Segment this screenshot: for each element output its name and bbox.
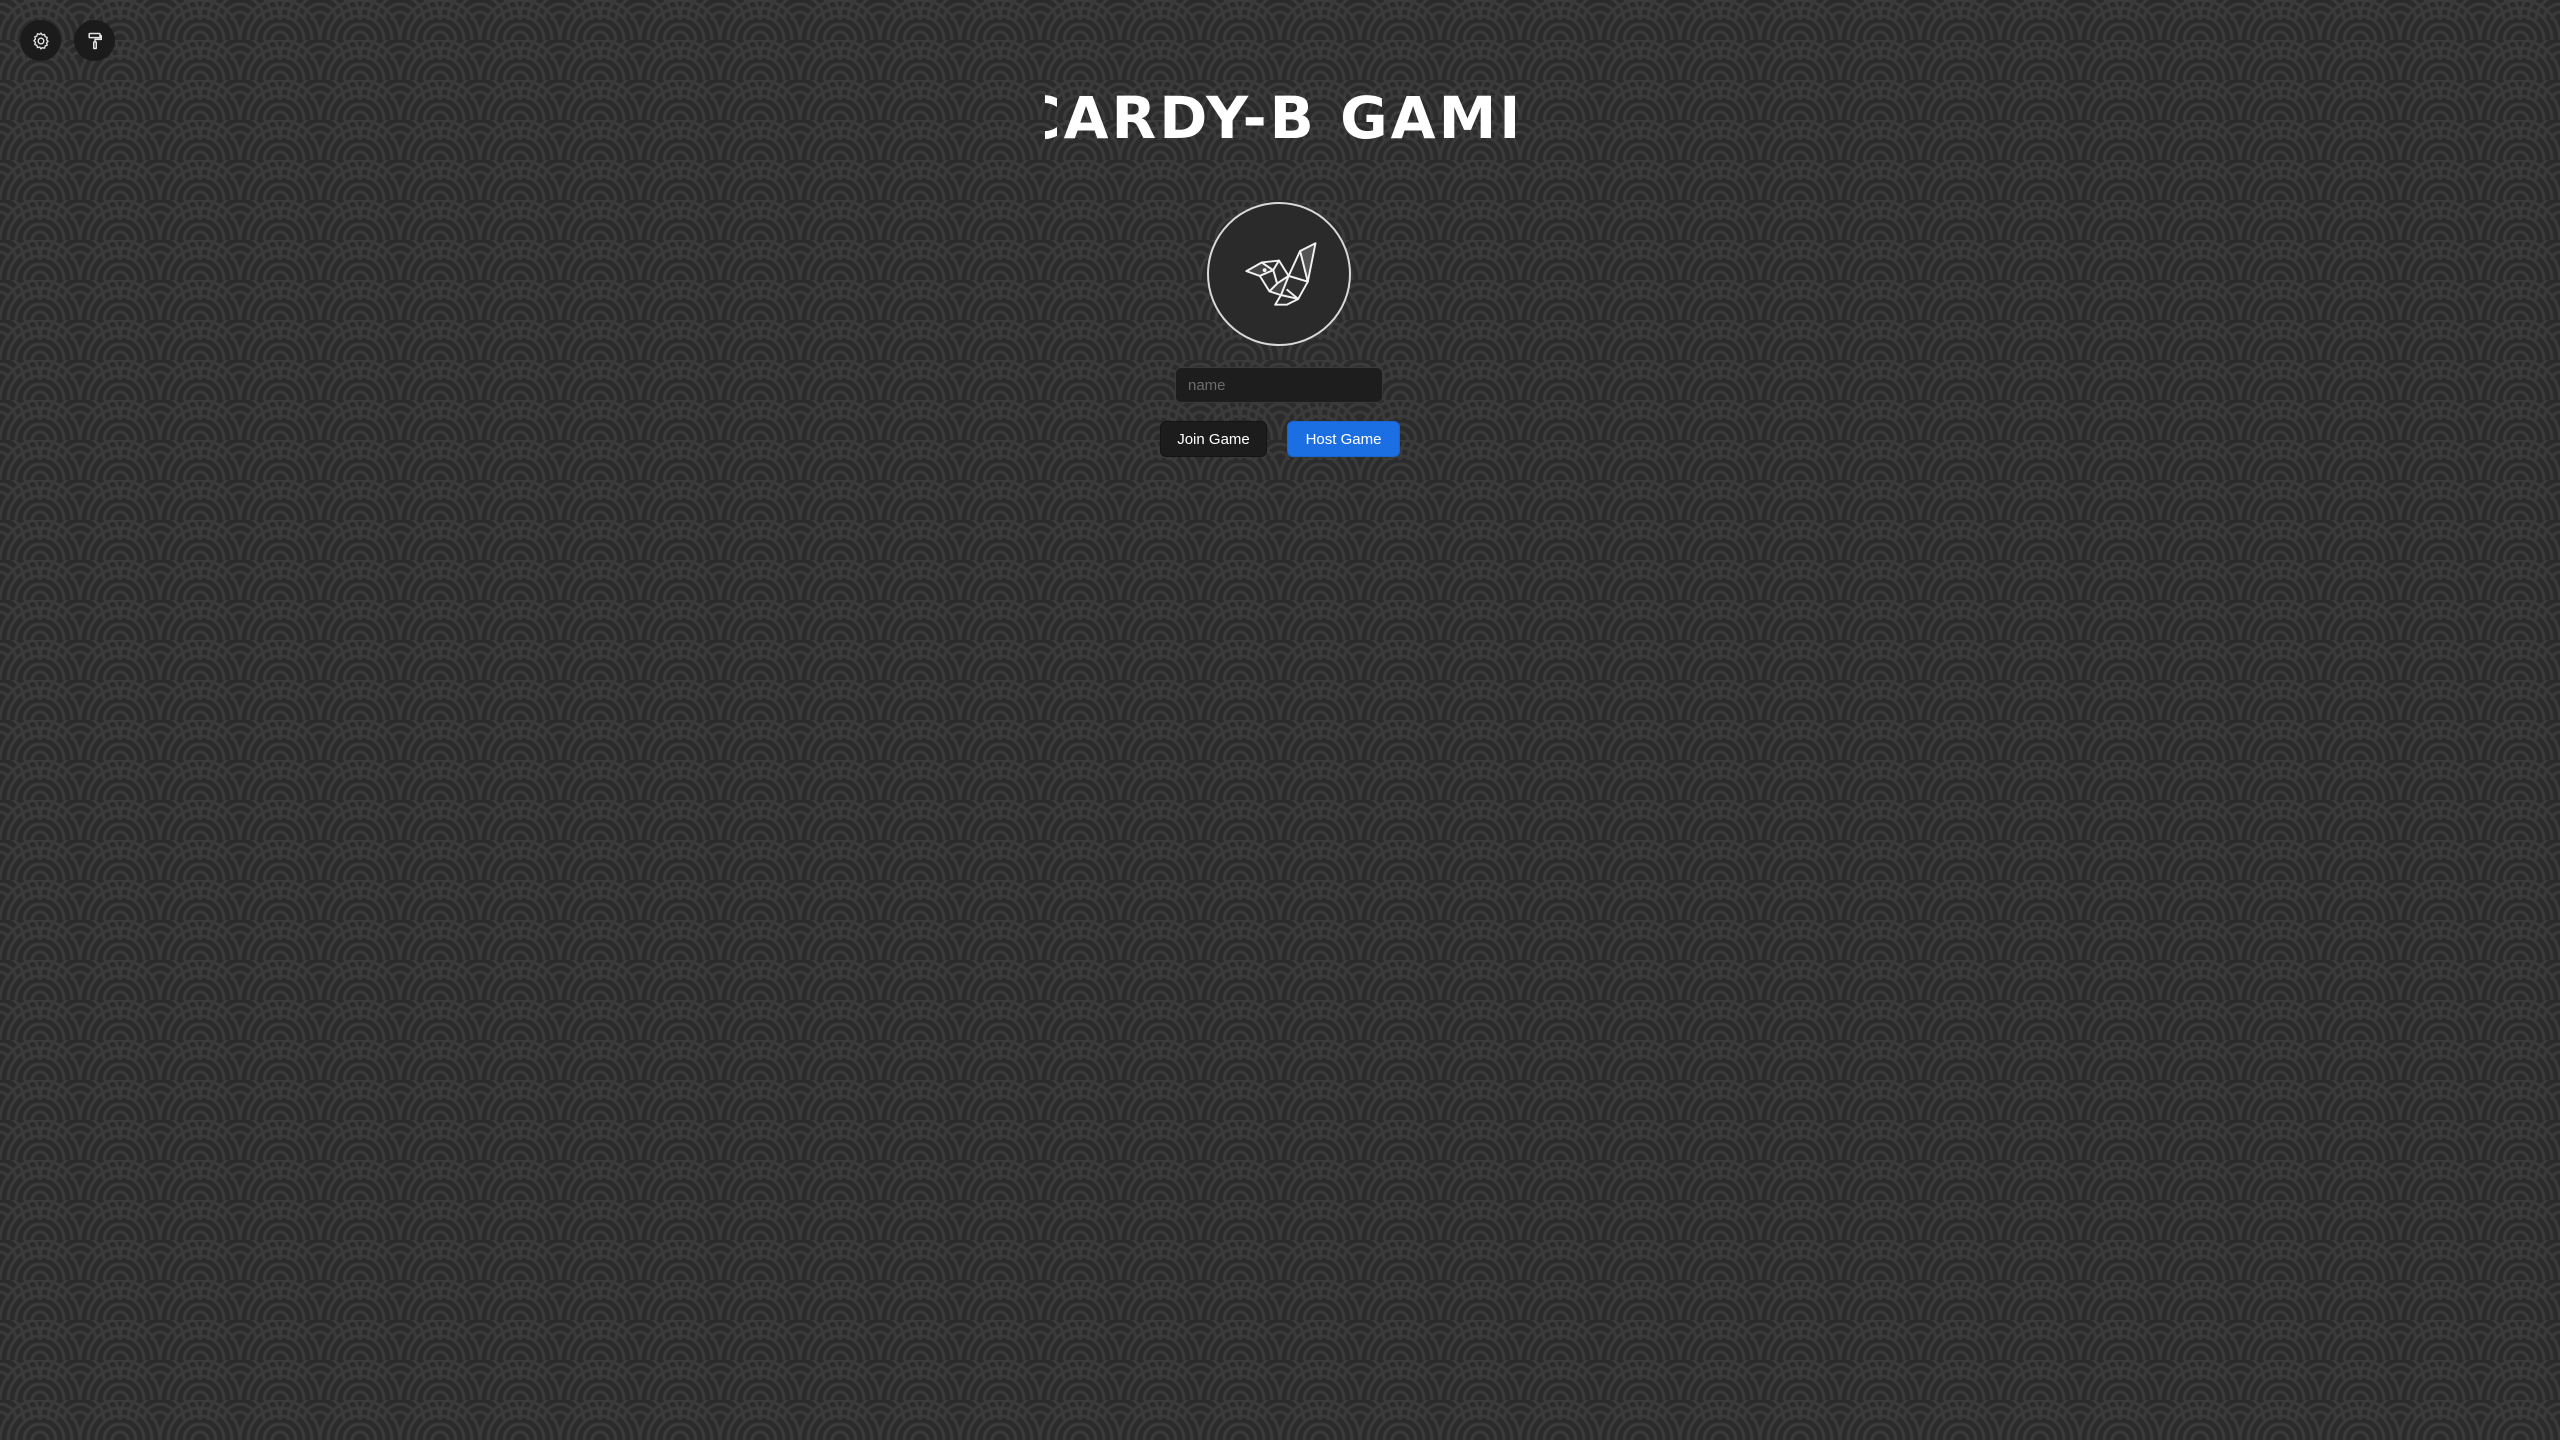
- gear-icon: [32, 31, 49, 50]
- origami-bird-icon: [1245, 242, 1317, 306]
- settings-button[interactable]: [20, 20, 61, 61]
- join-game-button[interactable]: Join Game: [1160, 421, 1267, 457]
- top-toolbar: [20, 20, 115, 61]
- host-game-button[interactable]: Host Game: [1287, 421, 1400, 457]
- host-game-label: Host Game: [1305, 430, 1382, 448]
- title-text: CARDY-B GAME: [1045, 84, 1515, 152]
- avatar[interactable]: [1207, 202, 1351, 346]
- join-game-label: Join Game: [1177, 430, 1250, 448]
- title-label: CARDY-B GAME: [1045, 84, 1515, 152]
- paint-roller-icon: [87, 32, 102, 49]
- page-title: CARDY-B GAME: [0, 82, 2560, 157]
- theme-button[interactable]: [74, 20, 115, 61]
- name-input[interactable]: [1175, 367, 1383, 403]
